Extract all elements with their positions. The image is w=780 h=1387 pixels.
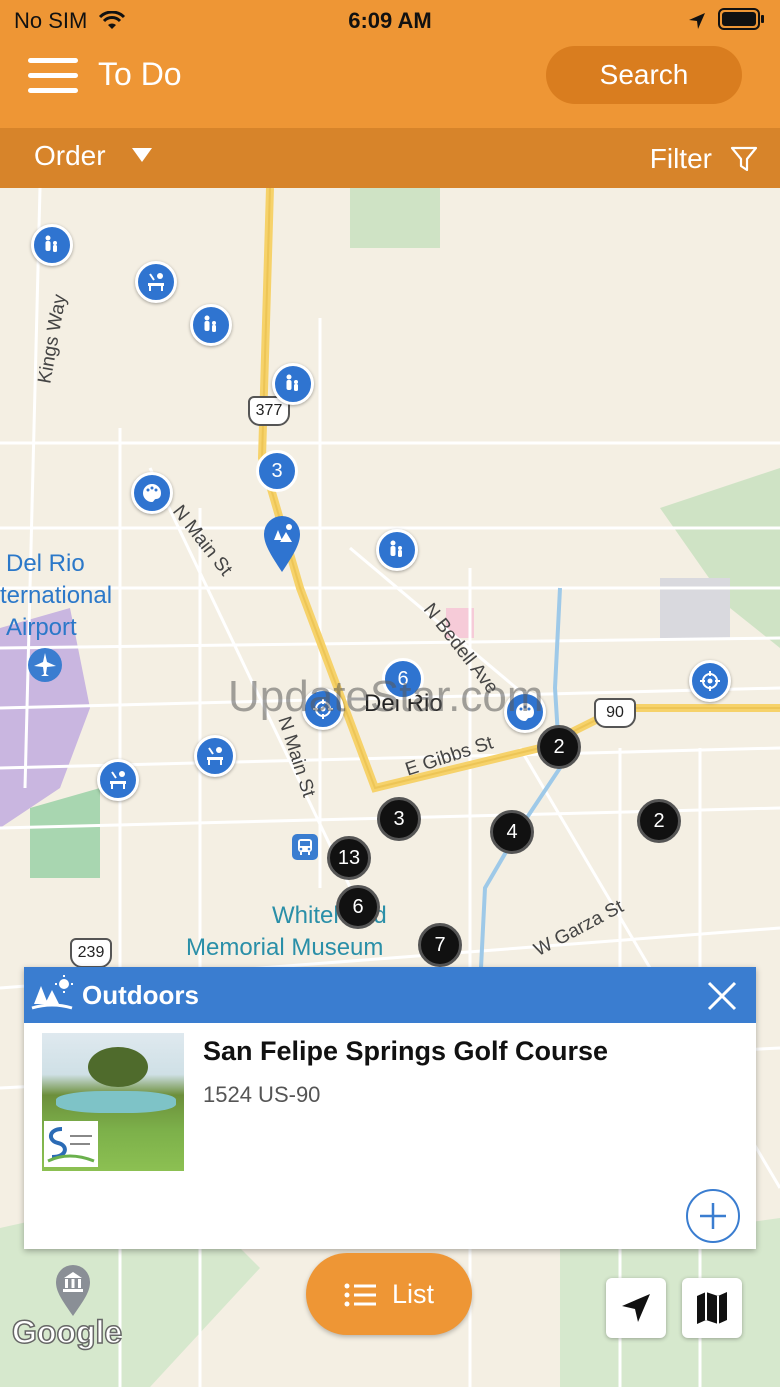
pond-shape (56, 1091, 176, 1113)
map-cluster-dark[interactable]: 2 (637, 799, 681, 843)
google-logo: Google (11, 1313, 123, 1351)
map-cluster-dark[interactable]: 6 (336, 885, 380, 929)
place-address: 1524 US-90 (203, 1082, 321, 1107)
selected-outdoors-marker[interactable] (262, 514, 302, 574)
family-icon (390, 540, 402, 557)
airport-label-3: Airport (6, 614, 77, 641)
park-poi-pin[interactable] (97, 759, 139, 801)
park-poi-pin[interactable] (135, 261, 177, 303)
family-poi-pin[interactable] (272, 363, 314, 405)
crosshair-icon (700, 671, 720, 691)
route-shield-90: 90 (594, 698, 636, 728)
family-icon (286, 374, 298, 391)
airplane-icon (34, 653, 56, 676)
map-cluster-dark[interactable]: 13 (327, 836, 371, 880)
family-poi-pin[interactable] (190, 304, 232, 346)
family-poi-pin[interactable] (376, 529, 418, 571)
card-category: Outdoors (82, 980, 199, 1010)
transit-station[interactable] (292, 834, 318, 860)
family-icon (45, 235, 57, 252)
map-cluster-dark[interactable]: 7 (418, 923, 462, 967)
place-thumbnail[interactable] (42, 1033, 184, 1171)
map-fold-icon (697, 1292, 727, 1324)
family-poi-pin[interactable] (31, 224, 73, 266)
tree-shape (88, 1047, 148, 1087)
hamburger-menu-icon[interactable] (28, 56, 78, 96)
page-title: To Do (98, 56, 182, 92)
map-marker-icon (264, 516, 300, 572)
clock: 6:09 AM (348, 8, 432, 33)
place-name[interactable]: San Felipe Springs Golf Course (203, 1036, 608, 1067)
park-poi-pin[interactable] (194, 735, 236, 777)
airport-label-1: Del Rio (6, 550, 85, 577)
location-arrow-icon (688, 13, 705, 29)
target-poi-pin[interactable] (689, 660, 731, 702)
filter-button[interactable]: Filter (650, 143, 712, 175)
airport-label-2: ternational (0, 582, 113, 609)
bus-icon (298, 839, 312, 855)
outdoors-icon (31, 975, 73, 1010)
filter-icon[interactable] (730, 146, 758, 172)
battery-icon (718, 8, 764, 30)
search-button[interactable]: Search (546, 46, 742, 104)
art-poi-pin[interactable] (131, 472, 173, 514)
map-type-button[interactable] (682, 1278, 742, 1338)
museum-marker[interactable] (54, 1264, 92, 1318)
navigation-arrow-icon (622, 1294, 650, 1322)
close-icon[interactable] (706, 980, 738, 1012)
status-icons (688, 8, 766, 36)
add-to-list-icon[interactable] (686, 1189, 740, 1243)
park-bench-icon (207, 747, 223, 765)
map-cluster-blue[interactable]: 3 (256, 450, 298, 492)
park-bench-icon (148, 273, 164, 291)
museum-icon (56, 1265, 90, 1316)
list-view-button[interactable]: List (306, 1253, 472, 1335)
map-cluster-dark[interactable]: 2 (537, 725, 581, 769)
family-icon (204, 315, 216, 332)
watermark: UpdateStar.com (228, 672, 544, 721)
chevron-down-icon[interactable] (132, 148, 152, 162)
map-cluster-dark[interactable]: 4 (490, 810, 534, 854)
my-location-button[interactable] (606, 1278, 666, 1338)
status-bar: No SIM 6:09 AM (0, 0, 780, 40)
park-bench-icon (110, 771, 126, 789)
list-icon (344, 1283, 376, 1307)
map-cluster-dark[interactable]: 3 (377, 797, 421, 841)
airport-pin[interactable] (28, 648, 62, 682)
museum-label-2: Memorial Museum (186, 934, 384, 961)
route-shield-239: 239 (70, 938, 112, 968)
springs-logo (47, 1127, 95, 1163)
palette-icon (143, 484, 161, 502)
logo-badge (44, 1121, 98, 1167)
order-dropdown[interactable]: Order (34, 140, 106, 172)
list-label: List (392, 1279, 435, 1309)
